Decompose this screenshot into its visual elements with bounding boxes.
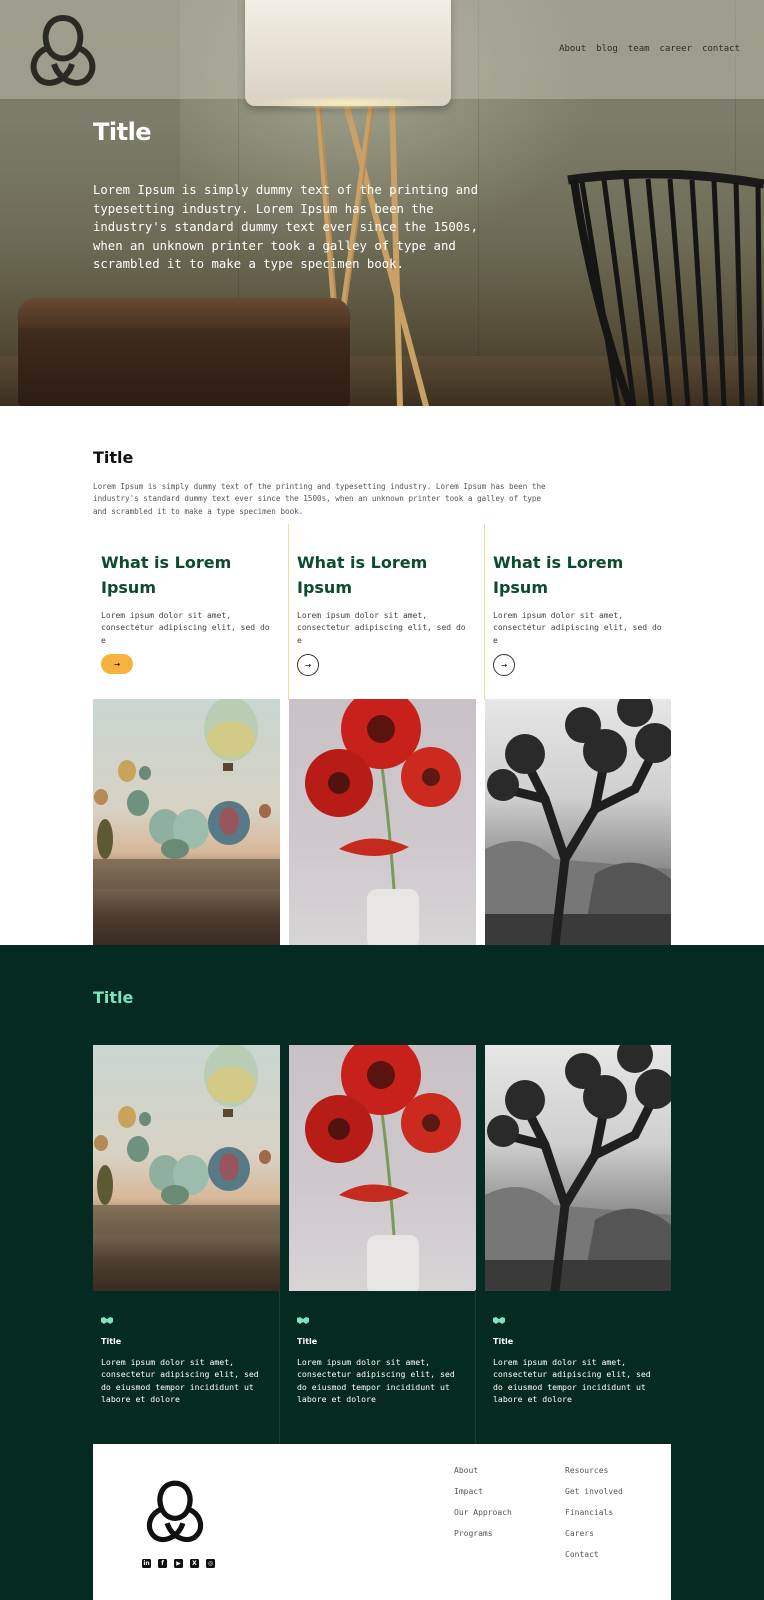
feature-title: What is Lorem Ipsum [493, 553, 624, 597]
card-divider [475, 1290, 476, 1445]
balloons-illustration [93, 699, 280, 889]
lamp-glow [255, 96, 441, 110]
joshua-tree-illustration [485, 699, 671, 945]
handshake-icon [493, 1317, 505, 1324]
nav-link-career[interactable]: career [660, 44, 693, 54]
column-divider [484, 524, 485, 700]
instagram-icon[interactable]: ◎ [206, 1559, 215, 1568]
intro-text: Lorem Ipsum is simply dummy text of the … [93, 482, 546, 516]
facebook-icon[interactable]: f [158, 1559, 167, 1568]
card-text: Lorem ipsum dolor sit amet, consectetur … [297, 1357, 455, 1405]
info-card: Title Lorem ipsum dolor sit amet, consec… [101, 1316, 271, 1406]
footer-link-our-approach[interactable]: Our Approach [454, 1508, 512, 1517]
social-links: in f ▶ X ◎ [142, 1559, 215, 1568]
handshake-icon [297, 1317, 309, 1324]
info-card: Title Lorem ipsum dolor sit amet, consec… [493, 1316, 663, 1406]
chair-image [567, 170, 764, 406]
feature-column: What is Lorem Ipsum Lorem ipsum dolor si… [493, 550, 663, 676]
feature-text: Lorem ipsum dolor sit amet, consectetur … [101, 611, 270, 645]
footer-link-programs[interactable]: Programs [454, 1529, 493, 1538]
linkedin-icon[interactable]: in [142, 1559, 151, 1568]
hero-text: Lorem Ipsum is simply dummy text of the … [93, 183, 478, 272]
joshua-tree-photo [485, 1045, 671, 1291]
feature-title: What is Lorem Ipsum [101, 553, 232, 597]
x-icon[interactable]: X [190, 1559, 199, 1568]
hero-section: About blog team career contact Title Lor… [0, 0, 764, 406]
feature-column: What is Lorem Ipsum Lorem ipsum dolor si… [297, 550, 467, 676]
top-navigation: About blog team career contact [559, 44, 740, 54]
lampshade-image [245, 0, 451, 106]
handshake-icon [101, 1317, 113, 1324]
sofa-back [18, 298, 350, 328]
nav-link-about[interactable]: About [559, 44, 586, 54]
column-divider [288, 524, 289, 700]
feature-arrow-button[interactable]: → [297, 654, 319, 676]
balloons-photo [93, 1045, 280, 1291]
joshua-tree-illustration [485, 1045, 671, 1291]
footer-link-about[interactable]: About [454, 1466, 478, 1475]
footer-link-carers[interactable]: Carers [565, 1529, 594, 1538]
gallery-title: Title [93, 988, 134, 1007]
nav-link-blog[interactable]: blog [596, 44, 618, 54]
footer-link-financials[interactable]: Financials [565, 1508, 613, 1517]
info-card: Title Lorem ipsum dolor sit amet, consec… [297, 1316, 467, 1406]
card-title: Title [101, 1337, 122, 1346]
flower-illustration [305, 699, 461, 945]
feature-title: What is Lorem Ipsum [297, 553, 428, 597]
feature-column: What is Lorem Ipsum Lorem ipsum dolor si… [101, 550, 271, 674]
hero-title: Title [93, 118, 152, 146]
flower-photo [289, 1045, 476, 1291]
feature-text: Lorem ipsum dolor sit amet, consectetur … [493, 611, 662, 645]
balloons-illustration [93, 1045, 280, 1235]
card-text: Lorem ipsum dolor sit amet, consectetur … [493, 1357, 651, 1405]
youtube-icon[interactable]: ▶ [174, 1559, 183, 1568]
footer-logo-icon[interactable] [141, 1478, 209, 1544]
card-text: Lorem ipsum dolor sit amet, consectetur … [101, 1357, 259, 1405]
intro-title: Title [93, 448, 134, 467]
balloons-photo [93, 699, 280, 945]
flower-photo [289, 699, 476, 945]
feature-arrow-button[interactable]: → [493, 654, 515, 676]
nav-link-contact[interactable]: contact [702, 44, 740, 54]
footer-link-contact[interactable]: Contact [565, 1550, 599, 1559]
footer: in f ▶ X ◎ About Impact Our Approach Pro… [93, 1444, 671, 1600]
card-divider [279, 1290, 280, 1445]
joshua-tree-photo [485, 699, 671, 945]
nav-link-team[interactable]: team [628, 44, 650, 54]
card-title: Title [297, 1337, 318, 1346]
card-title: Title [493, 1337, 514, 1346]
feature-text: Lorem ipsum dolor sit amet, consectetur … [297, 611, 466, 645]
footer-link-impact[interactable]: Impact [454, 1487, 483, 1496]
flower-illustration [305, 1045, 461, 1291]
footer-link-resources[interactable]: Resources [565, 1466, 608, 1475]
feature-arrow-button[interactable]: → [101, 654, 133, 674]
footer-link-get-involved[interactable]: Get involved [565, 1487, 623, 1496]
brand-logo-icon[interactable] [24, 12, 102, 88]
